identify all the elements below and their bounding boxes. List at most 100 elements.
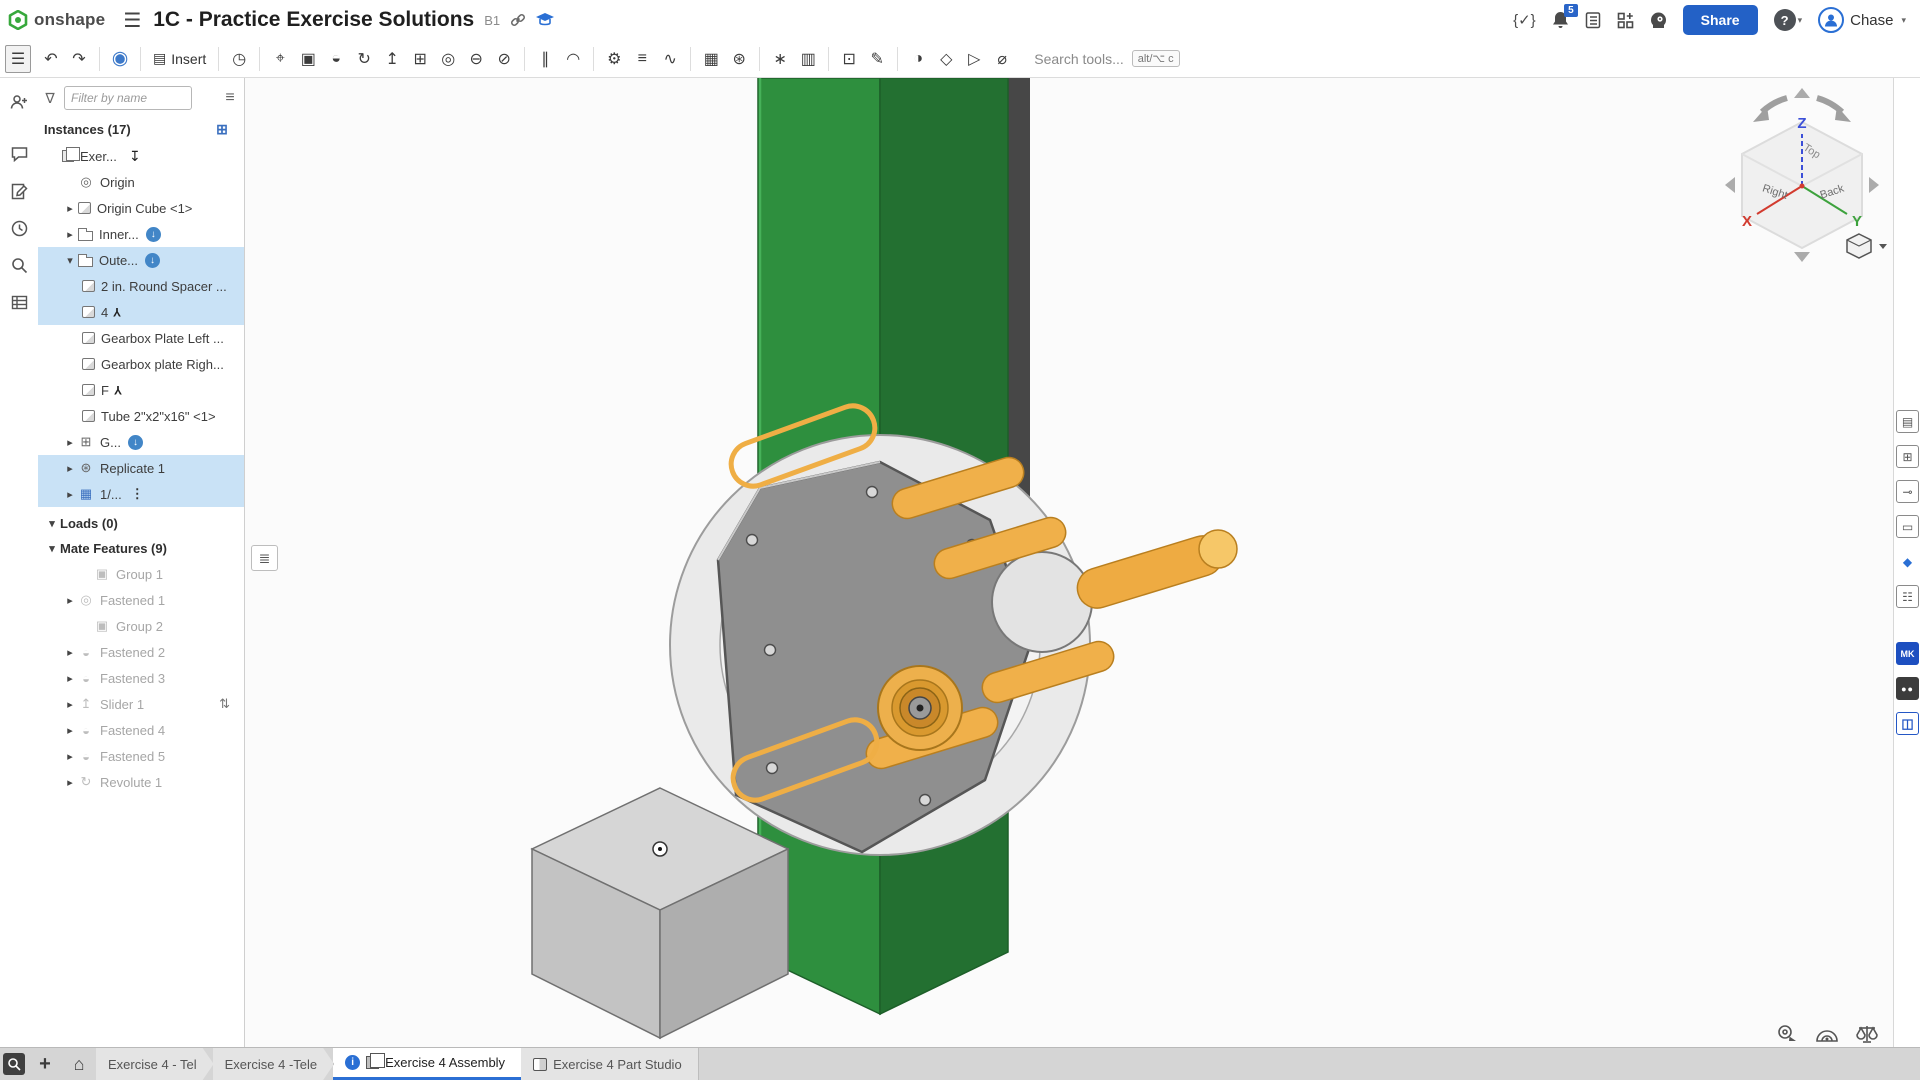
loads-header[interactable]: ▾ Loads (0) — [38, 511, 244, 536]
columns-app-icon[interactable]: ◫ — [1896, 712, 1919, 735]
bom-cube-icon[interactable]: ⊞ — [1896, 445, 1919, 468]
tree-item-tube[interactable]: Tube 2"x2"x16" <1> — [38, 403, 244, 429]
expander-icon[interactable]: ▸ — [62, 698, 78, 711]
part-link-icon[interactable]: ⊸ — [1896, 480, 1919, 503]
filter-input[interactable] — [64, 86, 192, 110]
history-icon[interactable] — [7, 216, 31, 240]
mate-item-fastened-5[interactable]: ▸ ◒ Fastened 5 — [38, 743, 244, 769]
featurescript-notices-icon[interactable]: {✓} — [1513, 11, 1536, 29]
rack-pinion-icon[interactable]: ≡ — [629, 45, 655, 73]
notifications-bell-icon[interactable]: 5 — [1552, 11, 1569, 29]
view-cube[interactable]: Z X Y Top Right Back — [1717, 82, 1887, 267]
onshape-logo[interactable]: onshape — [8, 10, 105, 30]
replicate-icon[interactable]: ⊛ — [726, 45, 752, 73]
app-store-grid-icon[interactable] — [1617, 12, 1634, 29]
measure-icon[interactable]: ⌀ — [989, 45, 1015, 73]
mate-icon[interactable]: ⌖ — [267, 45, 293, 73]
feature-list-flyout-button[interactable]: ≣ — [251, 545, 278, 571]
tree-item-replicate-1[interactable]: ▸ ⊛ Replicate 1 — [38, 455, 244, 481]
help-button[interactable]: ? — [1774, 9, 1796, 31]
tree-item-outer-folder[interactable]: ▾ Oute... ↓ — [38, 247, 244, 273]
mate-item-group-1[interactable]: ▣ Group 1 — [38, 561, 244, 587]
linear-pattern-icon[interactable]: ▦ — [698, 45, 724, 73]
tab-exercise-4-assembly[interactable]: i Exercise 4 Assembly — [333, 1048, 522, 1080]
insert-button[interactable]: ▤ Insert — [147, 50, 212, 67]
tab-exercise-4-part-studio[interactable]: Exercise 4 Part Studio — [521, 1048, 699, 1080]
tasks-clipboard-icon[interactable] — [1585, 11, 1601, 29]
section-chevron-icon[interactable]: ▾ — [44, 542, 60, 555]
expander-icon[interactable]: ▸ — [62, 776, 78, 789]
expander-icon[interactable]: ▸ — [62, 672, 78, 685]
expander-icon[interactable]: ▸ — [62, 462, 78, 475]
tree-item-gearbox-plate-left[interactable]: Gearbox Plate Left ... — [38, 325, 244, 351]
tape-measure-icon[interactable] — [1775, 1023, 1799, 1045]
expander-icon[interactable]: ▸ — [62, 436, 78, 449]
expander-icon[interactable]: ▸ — [62, 202, 78, 215]
tree-item-inner-folder[interactable]: ▸ Inner... ↓ — [38, 221, 244, 247]
list-view-icon[interactable]: ≡ — [222, 89, 238, 107]
learning-center-icon[interactable] — [1650, 11, 1667, 29]
shortcut-keys-icon[interactable]: ☷ — [1896, 585, 1919, 608]
share-button[interactable]: Share — [1683, 5, 1758, 35]
tree-item-origin[interactable]: ◎ Origin — [38, 169, 244, 195]
user-menu-caret-icon[interactable]: ▾ — [1901, 15, 1906, 26]
named-positions-icon[interactable]: ⊡ — [836, 45, 862, 73]
mate-item-slider-1[interactable]: ▸ ↥ Slider 1 ⇅ — [38, 691, 244, 717]
fastened-mate-icon[interactable]: ◒ — [323, 45, 349, 73]
graphics-area[interactable]: ≣ Z X Y Top Right Back — [245, 78, 1893, 1047]
comments-icon[interactable] — [7, 142, 31, 166]
tree-item-assembly-root[interactable]: Exer... ↧ — [38, 143, 244, 169]
out-of-date-icon[interactable]: ↓ — [128, 435, 143, 450]
mate-features-header[interactable]: ▾ Mate Features (9) — [38, 536, 244, 561]
revision-history-icon[interactable]: ◷ — [226, 45, 252, 73]
filter-funnel-icon[interactable]: ∇ — [42, 90, 58, 107]
slider-mate-icon[interactable]: ↥ — [379, 45, 405, 73]
mate-item-fastened-4[interactable]: ▸ ◒ Fastened 4 — [38, 717, 244, 743]
expander-icon[interactable]: ▸ — [62, 594, 78, 607]
assembly-3d-view[interactable] — [245, 78, 1893, 1047]
tree-item-f[interactable]: F Y — [38, 377, 244, 403]
revolute-mate-icon[interactable]: ↻ — [351, 45, 377, 73]
animate-icon[interactable]: ▷ — [961, 45, 987, 73]
sketch-icon[interactable]: ✎ — [864, 45, 890, 73]
undo-icon[interactable]: ↶ — [38, 45, 64, 73]
mate-item-fastened-2[interactable]: ▸ ◒ Fastened 2 — [38, 639, 244, 665]
home-tab-button[interactable]: ⌂ — [62, 1048, 96, 1080]
section-view-icon[interactable]: ◑ — [905, 45, 931, 73]
tree-item-origin-cube[interactable]: ▸ Origin Cube <1> — [38, 195, 244, 221]
tab-exercise-4-tel[interactable]: Exercise 4 - Tel — [96, 1048, 214, 1080]
link-icon[interactable] — [510, 12, 526, 28]
gear-relation-icon[interactable]: ⚙ — [601, 45, 627, 73]
expander-icon[interactable]: ▸ — [62, 646, 78, 659]
pinwheel-icon[interactable]: ◆ — [1896, 550, 1919, 573]
mate-item-fastened-3[interactable]: ▸ ◒ Fastened 3 — [38, 665, 244, 691]
help-caret-icon[interactable]: ▾ — [1798, 15, 1803, 26]
expander-icon[interactable]: ▸ — [62, 488, 78, 501]
hamburger-menu-icon[interactable]: ☰ — [123, 8, 141, 33]
follow-users-icon[interactable] — [7, 90, 31, 114]
tree-item-pattern-1[interactable]: ▸ ▦ 1/... ⋮ — [38, 481, 244, 507]
tangent-relation-icon[interactable]: ◠ — [560, 45, 586, 73]
learning-cap-icon[interactable] — [536, 13, 554, 27]
redo-icon[interactable]: ↷ — [66, 45, 92, 73]
pin-slot-mate-icon[interactable]: ⊘ — [491, 45, 517, 73]
exploded-view-icon[interactable]: ◇ — [933, 45, 959, 73]
planar-mate-icon[interactable]: ⊞ — [407, 45, 433, 73]
screw-relation-icon[interactable]: ∿ — [657, 45, 683, 73]
parallel-relation-icon[interactable]: ∥ — [532, 45, 558, 73]
new-tab-button[interactable]: + — [28, 1048, 62, 1080]
tree-item-gearbox-plate-right[interactable]: Gearbox plate Righ... — [38, 351, 244, 377]
tree-item-round-spacer[interactable]: 2 in. Round Spacer ... — [38, 273, 244, 299]
out-of-date-icon[interactable]: ↓ — [145, 253, 160, 268]
measure-box-icon[interactable]: ▭ — [1896, 515, 1919, 538]
bom-icon[interactable]: ▥ — [795, 45, 821, 73]
mk-app-icon[interactable]: MK — [1896, 642, 1919, 665]
mate-item-revolute-1[interactable]: ▸ ↻ Revolute 1 — [38, 769, 244, 795]
tree-item-4[interactable]: 4 Y — [38, 299, 244, 325]
expander-icon[interactable]: ▾ — [62, 254, 78, 267]
dof-slider-icon[interactable]: ⋮ — [131, 486, 144, 502]
group-mate-icon[interactable]: ▣ — [295, 45, 321, 73]
tab-exercise-4-tele[interactable]: Exercise 4 -Tele — [213, 1048, 334, 1080]
bom-table-icon[interactable] — [7, 290, 31, 314]
doc-list-icon[interactable]: ▤ — [1896, 410, 1919, 433]
